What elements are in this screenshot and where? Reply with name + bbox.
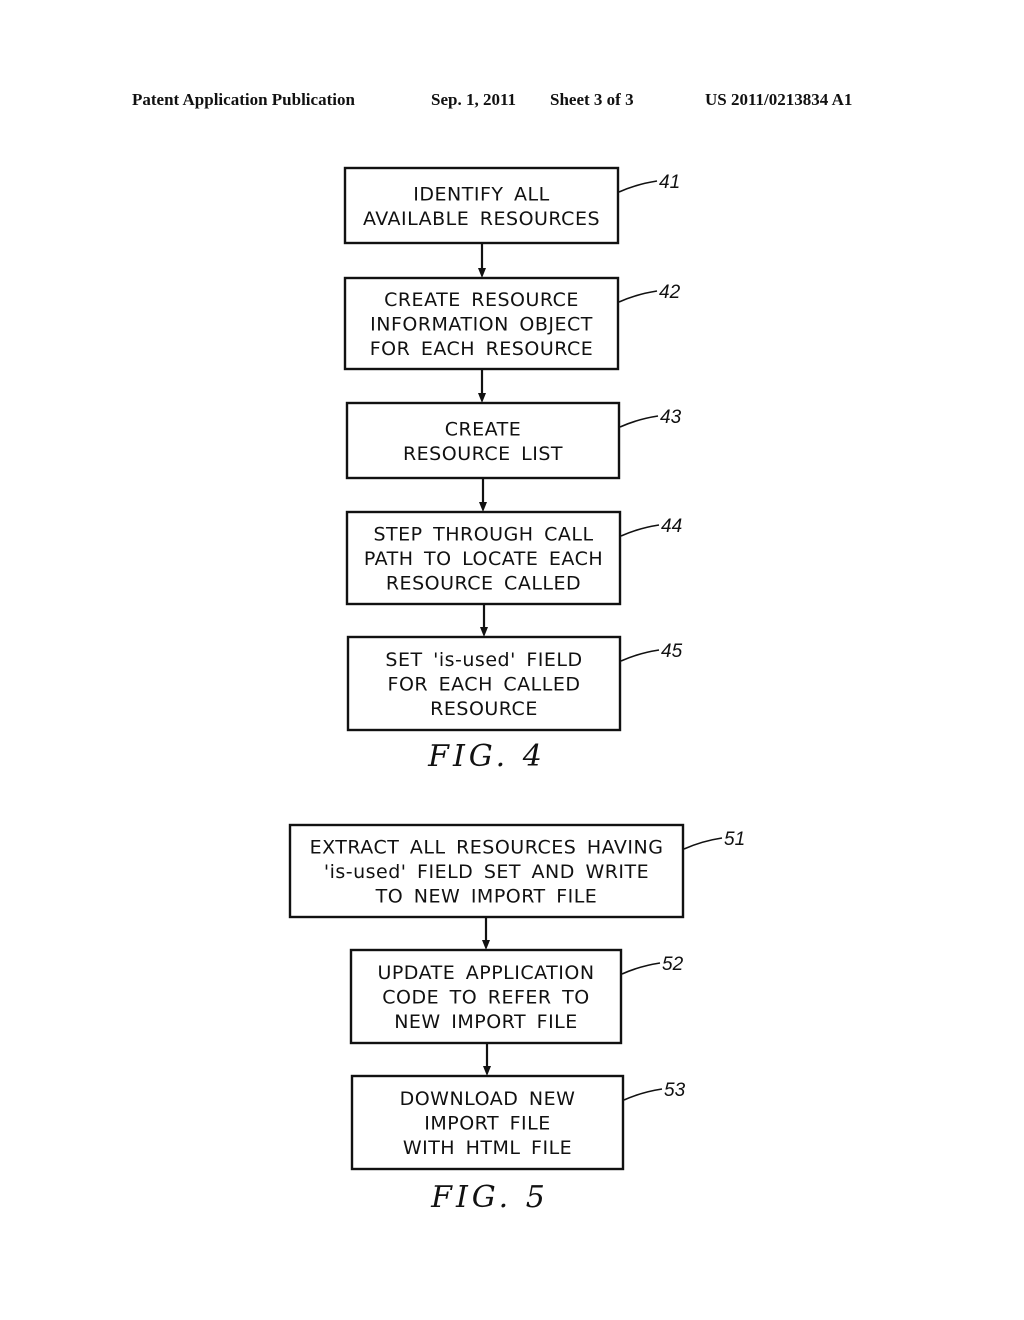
reference-numeral: 45 [661, 641, 683, 662]
flowchart-diagram: IDENTIFY ALL AVAILABLE RESOURCES 41 CREATE … [288, 166, 745, 1215]
leader-line [618, 180, 658, 193]
step-text-line: AVAILABLE RESOURCES [363, 208, 600, 230]
step-box [345, 401, 621, 480]
arrowhead-icon [478, 393, 486, 403]
leader-line [620, 524, 660, 537]
step-text-line: IDENTIFY ALL [413, 183, 549, 205]
figure-5-flowchart: EXTRACT ALL RESOURCES HAVING'is-used' FI… [288, 823, 745, 1215]
step-43: CREATE RESOURCE LIST 43 [345, 401, 682, 480]
step-44: STEP THROUGH CALLPATH TO LOCATE EACH RESO… [345, 510, 682, 606]
step-text-line: PATH TO LOCATE EACH [364, 548, 603, 570]
reference-numeral: 53 [664, 1080, 686, 1101]
step-52: UPDATE APPLICATION CODE TO REFER TONEW IM… [349, 948, 684, 1045]
step-text-line: IMPORT FILE [424, 1113, 551, 1135]
step-text-line: SET 'is-used' FIELD [385, 649, 582, 671]
figure-4-flowchart: IDENTIFY ALL AVAILABLE RESOURCES 41 CREATE … [343, 166, 683, 774]
step-text-line: RESOURCE LIST [403, 443, 563, 465]
step-text-line: TO NEW IMPORT FILE [375, 886, 598, 908]
step-text-line: CREATE RESOURCE [384, 289, 579, 311]
arrowhead-icon [478, 268, 486, 278]
step-text-line: NEW IMPORT FILE [394, 1011, 578, 1033]
step-text-line: 'is-used' FIELD SET AND WRITE [324, 861, 649, 883]
step-text-line: CODE TO REFER TO [382, 987, 589, 1009]
figure-label: FIG. 4 [427, 739, 546, 774]
step-text-line: FOR EACH CALLED [388, 674, 581, 696]
leader-line [620, 649, 660, 662]
arrowhead-icon [480, 627, 488, 637]
leader-line [623, 1088, 663, 1101]
step-text-line: RESOURCE CALLED [386, 573, 581, 595]
step-text-line: INFORMATION OBJECT [370, 314, 593, 336]
arrowhead-icon [483, 1066, 491, 1076]
arrowhead-icon [479, 502, 487, 512]
leader-line [619, 415, 659, 428]
step-41: IDENTIFY ALL AVAILABLE RESOURCES 41 [343, 166, 680, 245]
step-53: DOWNLOAD NEW IMPORT FILEWITH HTML FILE 53 [350, 1074, 686, 1171]
reference-numeral: 42 [659, 282, 681, 303]
step-text-line: EXTRACT ALL RESOURCES HAVING [310, 837, 664, 859]
step-text-line: DOWNLOAD NEW [400, 1088, 576, 1110]
step-text-line: CREATE [445, 418, 522, 440]
step-text-line: FOR EACH RESOURCE [370, 338, 594, 360]
reference-numeral: 44 [661, 516, 682, 537]
leader-line [621, 962, 661, 975]
reference-numeral: 43 [660, 407, 682, 428]
arrowhead-icon [482, 940, 490, 950]
step-text-line: UPDATE APPLICATION [377, 962, 594, 984]
step-42: CREATE RESOURCE INFORMATION OBJECTFOR EAC… [343, 276, 681, 371]
reference-numeral: 51 [724, 829, 745, 850]
leader-line [618, 290, 658, 303]
leader-line [683, 837, 723, 850]
reference-numeral: 41 [659, 172, 680, 193]
step-text-line: RESOURCE [430, 698, 538, 720]
step-text-line: STEP THROUGH CALL [373, 524, 593, 546]
figure-label: FIG. 5 [430, 1180, 549, 1215]
step-box [343, 166, 620, 245]
reference-numeral: 52 [662, 954, 684, 975]
step-45: SET 'is-used' FIELD FOR EACH CALLEDRESOUR… [346, 635, 683, 732]
step-51: EXTRACT ALL RESOURCES HAVING'is-used' FI… [288, 823, 745, 919]
step-text-line: WITH HTML FILE [403, 1137, 572, 1159]
